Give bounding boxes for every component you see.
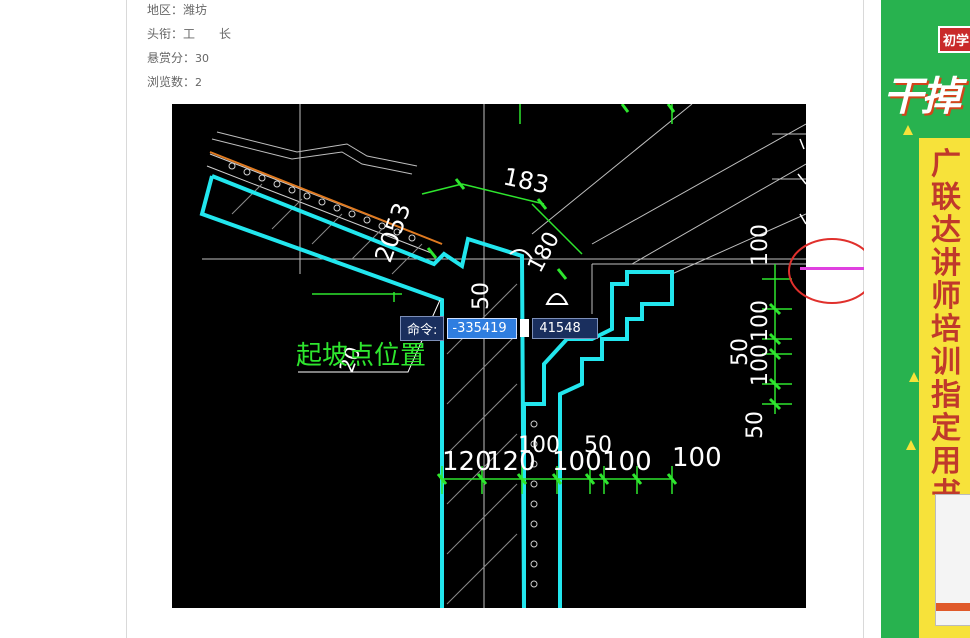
- right-edge-labels: [797, 138, 806, 225]
- command-label: 命令:: [400, 315, 445, 341]
- slope-start-annotation: 起坡点位置: [296, 341, 426, 371]
- region-line: 地区：潍坊: [147, 2, 207, 18]
- views-value: 2: [195, 76, 203, 89]
- cad-drawing-image[interactable]: 183 2053 180 50 20 100 100 50 100 50 100…: [172, 104, 806, 608]
- views-label: 浏览数：: [147, 75, 196, 89]
- dim-bottom-100-b: 100: [602, 447, 652, 477]
- right-gap: [864, 0, 881, 638]
- dim-bottom-120-b: 120: [486, 447, 536, 477]
- bounty-value: 30: [195, 52, 210, 65]
- ad-slogan: 干掉: [883, 74, 961, 120]
- question-content-panel: 地区：潍坊 头衔：工 长 悬赏分：30 浏览数：2 183 2053 180 5…: [126, 0, 864, 638]
- command-x-input[interactable]: -335419: [447, 317, 518, 339]
- dim-right-100-a: 100: [748, 224, 773, 266]
- ad-triangle-icon: [903, 125, 913, 135]
- dim-183: 183: [501, 162, 552, 199]
- dim-right-50-b: 50: [743, 411, 768, 439]
- ad-badge: 初学: [938, 26, 970, 53]
- cad-command-line[interactable]: 命令: -335419 41548: [400, 315, 599, 341]
- region-label: 地区：: [147, 3, 184, 17]
- ad-banner[interactable]: 初学 干掉 广联达讲师培训指定用书: [881, 0, 970, 638]
- ad-book-stripe: [936, 603, 970, 611]
- title-label: 头衔：: [147, 27, 184, 41]
- dim-bottom-120-a: 120: [442, 447, 492, 477]
- dim-right-100-c: 100: [748, 344, 773, 386]
- title-value: 工 长: [183, 27, 232, 41]
- title-line: 头衔：工 长: [147, 26, 231, 42]
- region-value: 潍坊: [183, 3, 208, 17]
- red-annotation-circle: [788, 238, 876, 304]
- ad-vertical-text: 广联达讲师培训指定用书: [931, 147, 961, 511]
- ad-book-image: [935, 494, 970, 626]
- dim-bottom-100-a: 100: [552, 447, 602, 477]
- cad-drawing-canvas: 183 2053 180 50 20 100 100 50 100 50 100…: [199, 104, 806, 608]
- ad-triangle-icon: [906, 440, 916, 450]
- bounty-label: 悬赏分：: [147, 51, 196, 65]
- dim-right-100-b: 100: [748, 300, 773, 342]
- command-y-input[interactable]: 41548: [532, 317, 599, 339]
- dim-bottom-100-c: 100: [672, 443, 722, 473]
- views-line: 浏览数：2: [147, 74, 202, 91]
- ad-triangle-icon: [909, 372, 919, 382]
- text-cursor: [520, 319, 530, 337]
- page-left-gutter: [0, 0, 126, 638]
- dim-50-vertical: 50: [469, 282, 494, 310]
- bounty-line: 悬赏分：30: [147, 50, 209, 67]
- structure-outline: [199, 174, 674, 608]
